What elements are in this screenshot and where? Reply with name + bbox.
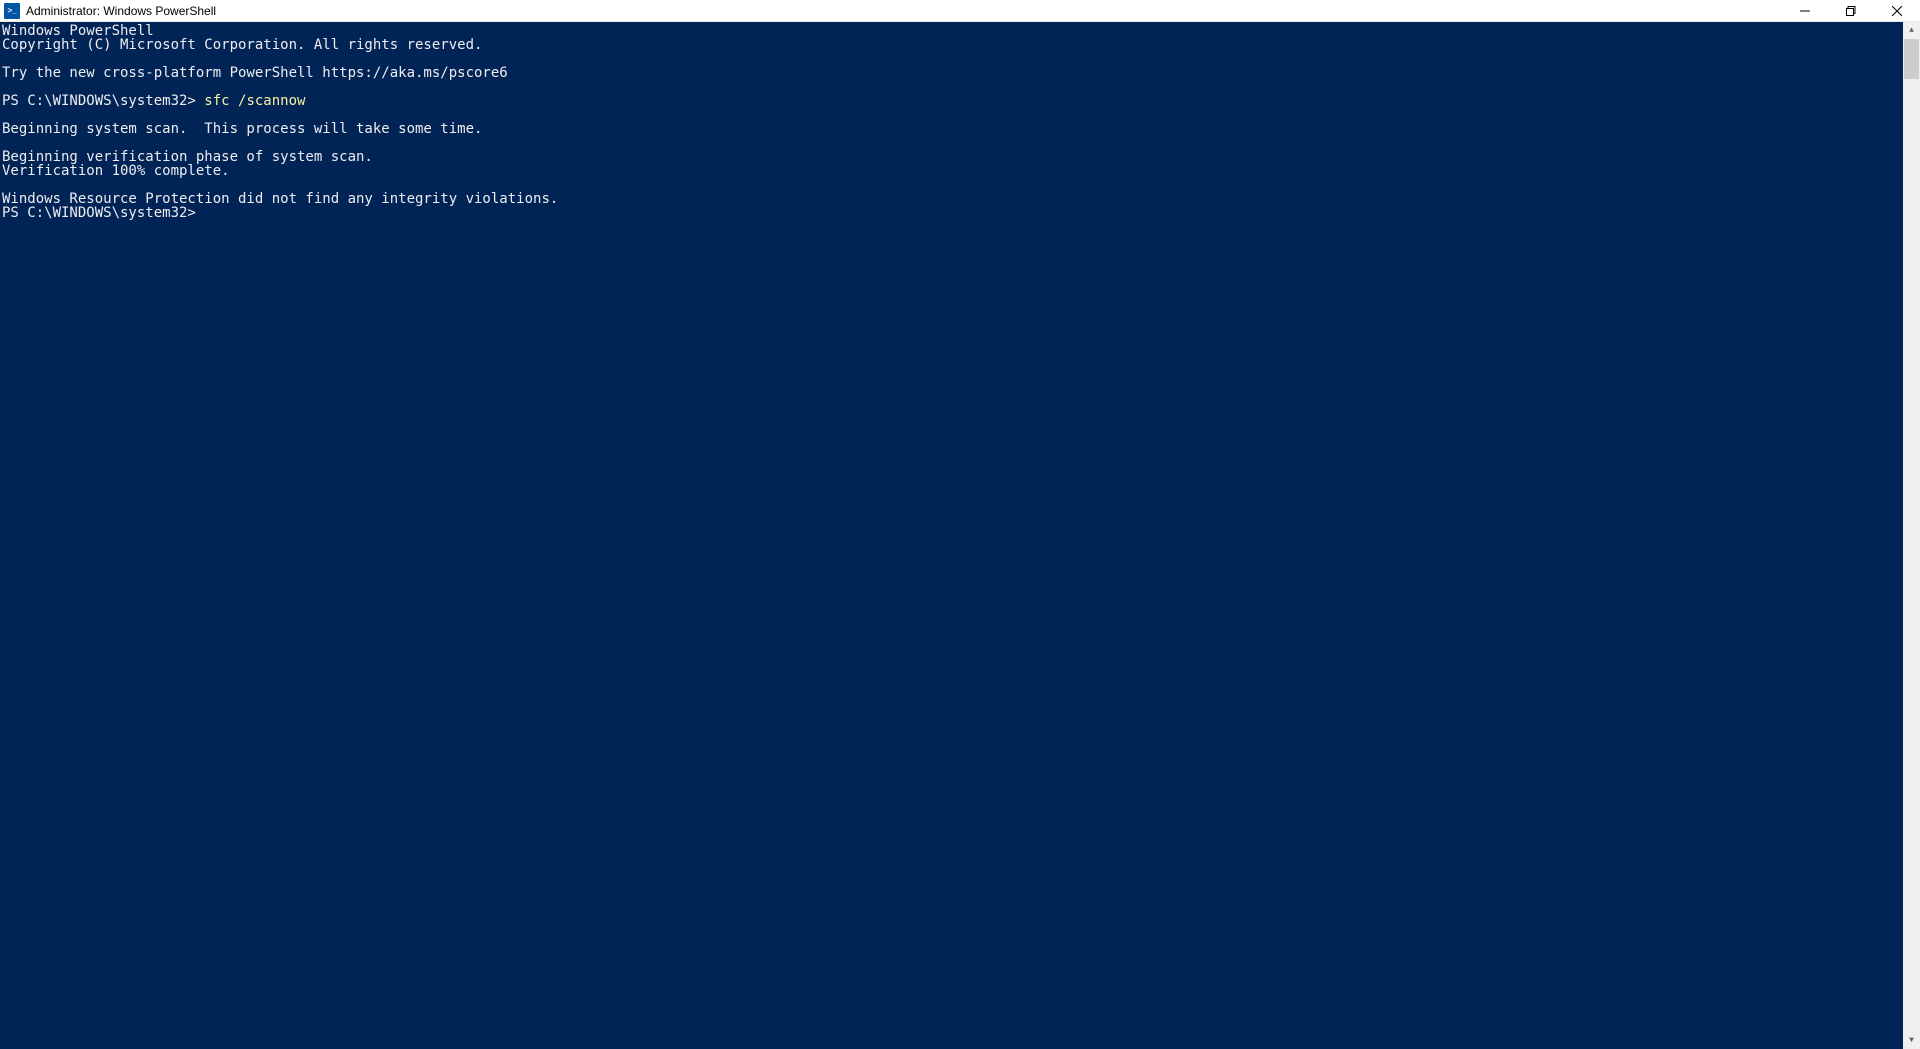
scroll-down-button[interactable]: ▼ bbox=[1903, 1032, 1920, 1049]
terminal-content[interactable]: Windows PowerShell Copyright (C) Microso… bbox=[0, 22, 1903, 1049]
minimize-icon bbox=[1800, 6, 1810, 16]
minimize-button[interactable] bbox=[1782, 0, 1828, 21]
close-button[interactable] bbox=[1874, 0, 1920, 21]
scroll-up-button[interactable]: ▲ bbox=[1903, 22, 1920, 39]
window-title: Administrator: Windows PowerShell bbox=[26, 4, 216, 18]
close-icon bbox=[1892, 6, 1902, 16]
title-left: Administrator: Windows PowerShell bbox=[4, 3, 216, 19]
maximize-button[interactable] bbox=[1828, 0, 1874, 21]
title-bar[interactable]: Administrator: Windows PowerShell bbox=[0, 0, 1920, 22]
terminal-area[interactable]: Windows PowerShell Copyright (C) Microso… bbox=[0, 22, 1920, 1049]
maximize-icon bbox=[1846, 6, 1856, 16]
scroll-thumb[interactable] bbox=[1904, 39, 1919, 79]
powershell-window: Administrator: Windows PowerShell Window… bbox=[0, 0, 1920, 1049]
window-controls bbox=[1782, 0, 1920, 21]
scrollbar[interactable]: ▲ ▼ bbox=[1903, 22, 1920, 1049]
powershell-icon bbox=[4, 3, 20, 19]
